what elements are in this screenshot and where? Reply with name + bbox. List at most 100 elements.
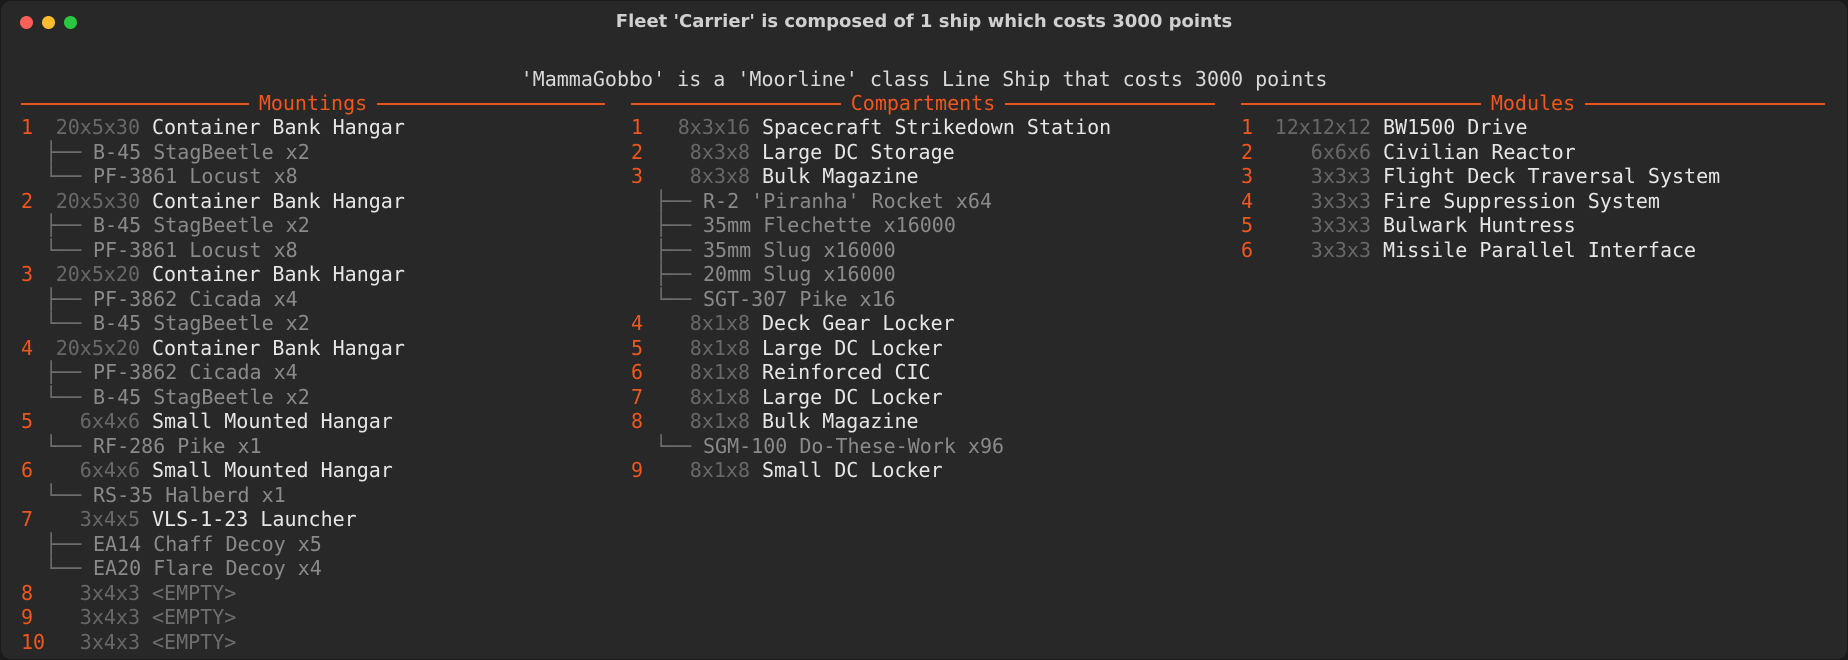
item-index: 7	[631, 384, 644, 409]
item-row: 4 20x5x20 Container Bank Hangar	[21, 336, 605, 361]
sub-item-label: EA20 Flare Decoy x4	[93, 556, 322, 580]
item-index: 2	[631, 139, 644, 164]
item-name: Spacecraft Strikedown Station	[762, 115, 1112, 139]
item-index: 2	[1241, 139, 1254, 164]
item-size: 8x1x8	[689, 360, 750, 384]
item-size: 3x3x3	[1310, 164, 1371, 188]
sub-item-row: ├── 20mm Slug x16000	[631, 262, 1215, 287]
item-name: Large DC Locker	[762, 384, 943, 409]
item-name: Civilian Reactor	[1383, 139, 1576, 164]
item-size: 3x4x5	[79, 507, 140, 531]
item-index: 9	[631, 458, 644, 482]
modules-list: 1 12x12x12 BW1500 Drive 2 6x6x6 Civilian Reac…	[1241, 115, 1825, 262]
item-row: 8 8x1x8 Bulk Magazine	[631, 409, 1215, 434]
item-index: 9	[21, 605, 34, 629]
item-index: 8	[21, 580, 34, 605]
sub-item-row: ├── 35mm Slug x16000	[631, 238, 1215, 263]
sub-item-label: B-45 StagBeetle x2	[93, 384, 310, 409]
title-bar: Fleet 'Carrier' is composed of 1 ship wh…	[1, 1, 1847, 41]
item-index: 6	[631, 360, 644, 384]
sub-item-label: 35mm Slug x16000	[703, 237, 896, 262]
tree-branch: ├──	[45, 360, 82, 384]
item-name: Container Bank Hangar	[152, 335, 405, 360]
item-name: Large DC Storage	[762, 139, 955, 164]
item-row: 1 20x5x30 Container Bank Hangar	[21, 115, 605, 140]
item-row: 5 8x1x8 Large DC Locker	[631, 336, 1215, 361]
sub-item-label: B-45 StagBeetle x2	[93, 213, 310, 237]
item-size: 12x12x12	[1274, 115, 1371, 139]
sub-item-row: └── EA20 Flare Decoy x4	[21, 556, 605, 581]
item-row: 3 3x3x3 Flight Deck Traversal System	[1241, 164, 1825, 189]
sub-item-label: B-45 StagBeetle x2	[93, 139, 310, 164]
item-index: 3	[1241, 164, 1254, 188]
item-size: 3x3x3	[1310, 237, 1371, 262]
item-index: 7	[21, 507, 34, 531]
mountings-list: 1 20x5x30 Container Bank Hangar ├── B-45 Sta…	[21, 115, 605, 654]
item-size: 8x3x8	[689, 139, 750, 164]
item-size: 20x5x30	[55, 115, 140, 139]
tree-branch: ├──	[655, 237, 692, 262]
compartments-header: Compartments	[631, 91, 1215, 115]
item-name: Missile Parallel Interface	[1383, 237, 1697, 262]
item-size: 3x3x3	[1310, 213, 1371, 237]
tree-branch: ├──	[45, 286, 82, 311]
sub-item-label: RS-35 Halberd x1	[93, 482, 286, 507]
item-size: 3x4x3	[79, 605, 140, 629]
item-index: 10	[21, 629, 46, 654]
item-index: 6	[1241, 237, 1254, 262]
item-index: 4	[631, 311, 644, 335]
tree-branch: ├──	[45, 531, 82, 556]
tree-branch: └──	[45, 164, 82, 188]
tree-branch: └──	[45, 384, 82, 409]
item-index: 8	[631, 409, 644, 433]
sub-item-label: PF-3862 Cicada x4	[93, 360, 298, 384]
empty-slot-label: <EMPTY>	[152, 605, 237, 629]
window-title: Fleet 'Carrier' is composed of 1 ship wh…	[615, 11, 1233, 32]
tree-branch: └──	[45, 556, 82, 580]
mountings-panel: Mountings 1 20x5x30 Container Bank Hangar ├…	[21, 91, 605, 654]
sub-item-row: ├── B-45 StagBeetle x2	[21, 213, 605, 238]
item-name: Bulk Magazine	[762, 164, 919, 188]
compartments-panel: Compartments 1 8x3x16 Spacecraft Strikedow…	[631, 91, 1215, 483]
sub-item-row: └── B-45 StagBeetle x2	[21, 311, 605, 336]
item-row: 4 3x3x3 Fire Suppression System	[1241, 189, 1825, 214]
tree-branch: ├──	[45, 139, 82, 164]
item-size: 3x4x3	[79, 629, 140, 654]
tree-branch: └──	[45, 311, 82, 335]
sub-item-label: B-45 StagBeetle x2	[93, 311, 310, 335]
item-row: 7 3x4x5 VLS-1-23 Launcher	[21, 507, 605, 532]
item-row: 7 8x1x8 Large DC Locker	[631, 385, 1215, 410]
item-name: Deck Gear Locker	[762, 311, 955, 335]
item-row: 10 3x4x3 <EMPTY>	[21, 630, 605, 655]
item-size: 8x3x16	[677, 115, 750, 139]
sub-item-row: ├── 35mm Flechette x16000	[631, 213, 1215, 238]
sub-item-row: ├── PF-3862 Cicada x4	[21, 287, 605, 312]
tree-branch: └──	[655, 286, 692, 311]
item-index: 4	[1241, 188, 1254, 213]
item-size: 6x6x6	[1310, 139, 1371, 164]
item-size: 20x5x30	[55, 188, 140, 213]
sub-item-row: └── PF-3861 Locust x8	[21, 164, 605, 189]
item-name: Small DC Locker	[762, 458, 943, 482]
sub-item-label: PF-3862 Cicada x4	[93, 286, 298, 311]
mountings-header: Mountings	[21, 91, 605, 115]
item-size: 3x3x3	[1310, 188, 1371, 213]
tree-branch: └──	[45, 433, 82, 458]
item-name: VLS-1-23 Launcher	[152, 507, 357, 531]
empty-slot-label: <EMPTY>	[152, 629, 237, 654]
item-name: Large DC Locker	[762, 335, 943, 360]
empty-slot-label: <EMPTY>	[152, 580, 237, 605]
item-name: Flight Deck Traversal System	[1383, 164, 1721, 188]
sub-item-label: PF-3861 Locust x8	[93, 237, 298, 262]
tree-branch: ├──	[655, 262, 692, 286]
item-index: 1	[1241, 115, 1254, 139]
sub-item-label: 35mm Flechette x16000	[703, 213, 956, 237]
item-row: 3 8x3x8 Bulk Magazine	[631, 164, 1215, 189]
modules-title: Modules	[1480, 91, 1586, 115]
sub-item-row: └── PF-3861 Locust x8	[21, 238, 605, 263]
item-row: 2 8x3x8 Large DC Storage	[631, 140, 1215, 165]
sub-item-row: └── SGM-100 Do-These-Work x96	[631, 434, 1215, 459]
tree-branch: ├──	[655, 188, 692, 213]
item-row: 4 8x1x8 Deck Gear Locker	[631, 311, 1215, 336]
compartments-title: Compartments	[840, 91, 1006, 115]
